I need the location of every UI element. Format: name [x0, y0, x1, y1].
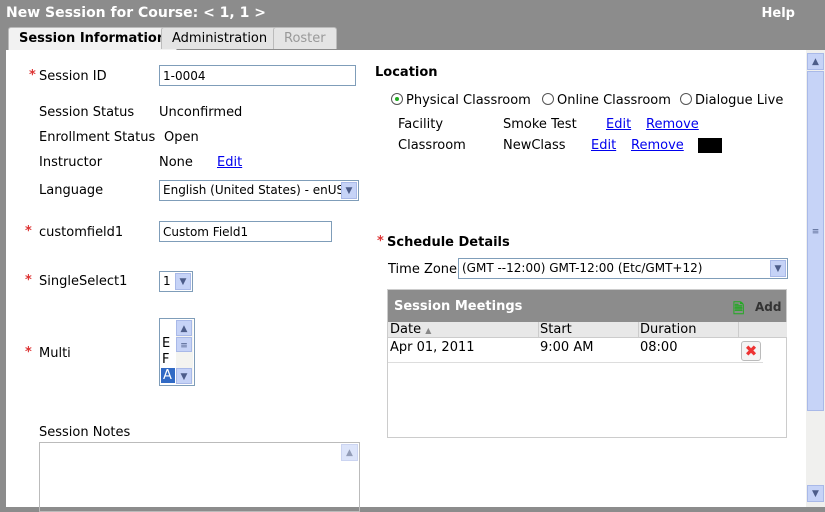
chevron-up-icon[interactable]: ▲ [176, 320, 192, 336]
column-header-actions [739, 322, 787, 338]
chevron-up-icon[interactable]: ▲ [807, 53, 824, 70]
timezone-select[interactable]: (GMT --12:00) GMT-12:00 (Etc/GMT+12) ▼ [458, 258, 788, 279]
singleselect1-label: SingleSelect1 [39, 274, 128, 289]
multi-label: Multi [39, 346, 71, 361]
location-title: Location [375, 65, 438, 80]
enrollment-status-value: Open [164, 130, 199, 145]
session-meetings-header: Session Meetings [388, 290, 786, 322]
session-status-value: Unconfirmed [159, 105, 243, 120]
sort-ascending-icon: ▲ [425, 326, 432, 335]
session-notes-label: Session Notes [39, 425, 131, 440]
language-value: English (United States) - enUS [163, 183, 345, 197]
chevron-up-icon[interactable]: ▲ [341, 444, 358, 461]
multi-option[interactable]: E [162, 336, 170, 351]
required-marker: * [25, 273, 32, 288]
timezone-label: Time Zone [388, 262, 458, 277]
enrollment-status-label: Enrollment Status [39, 130, 156, 145]
radio-checked-icon [391, 93, 403, 105]
session-meetings-table: Session Meetings 🗎 Add Date ▲ Start Dura… [387, 289, 787, 438]
facility-label: Facility [398, 117, 444, 132]
instructor-value: None [159, 155, 193, 170]
timezone-value: (GMT --12:00) GMT-12:00 (Etc/GMT+12) [462, 261, 703, 275]
multi-option-selected[interactable]: A [161, 368, 175, 383]
meeting-duration: 08:00 [640, 340, 678, 355]
session-id-input[interactable] [159, 65, 356, 86]
session-status-label: Session Status [39, 105, 135, 120]
meeting-start: 9:00 AM [540, 340, 594, 355]
tab-roster[interactable]: Roster [273, 27, 337, 49]
column-header-duration[interactable]: Duration [639, 322, 739, 338]
facility-edit-link[interactable]: Edit [606, 117, 631, 132]
meeting-date: Apr 01, 2011 [390, 340, 475, 355]
language-label: Language [39, 183, 104, 198]
chevron-down-icon: ▼ [770, 260, 786, 277]
scroll-thumb[interactable]: ≡ [807, 71, 824, 411]
multi-option[interactable]: F [162, 352, 169, 367]
session-notes-textarea[interactable]: ▲ [39, 442, 360, 512]
instructor-label: Instructor [39, 155, 103, 170]
facility-remove-link[interactable]: Remove [646, 117, 699, 132]
chevron-down-icon: ▼ [341, 182, 357, 199]
tab-session-information[interactable]: Session Information [8, 27, 178, 51]
singleselect1-value: 1 [163, 274, 171, 288]
classroom-label: Classroom [398, 138, 466, 153]
session-meetings-title: Session Meetings [394, 299, 523, 314]
chevron-down-icon[interactable]: ▼ [176, 368, 192, 384]
color-swatch [698, 138, 722, 153]
page-scrollbar[interactable]: ▲ ≡ ▼ [806, 50, 825, 507]
required-marker: * [377, 234, 384, 249]
radio-dialogue-live[interactable]: Dialogue Live [680, 93, 783, 108]
language-select[interactable]: English (United States) - enUS ▼ [159, 180, 359, 201]
multi-listbox[interactable]: E F A ▲ ≡ ▼ [159, 318, 195, 386]
facility-value: Smoke Test [503, 117, 577, 132]
schedule-title: Schedule Details [387, 235, 510, 250]
required-marker: * [29, 68, 36, 83]
scroll-thumb[interactable]: ≡ [176, 337, 192, 352]
page-title: New Session for Course: < 1, 1 > [6, 5, 266, 21]
required-marker: * [25, 345, 32, 360]
delete-icon[interactable]: ✖ [741, 341, 761, 361]
column-header-start[interactable]: Start [539, 322, 639, 338]
required-marker: * [25, 224, 32, 239]
radio-icon [680, 93, 692, 105]
add-meeting-button[interactable]: Add [755, 300, 781, 314]
add-document-icon[interactable]: 🗎 [733, 298, 744, 322]
radio-icon [542, 93, 554, 105]
column-header-date[interactable]: Date ▲ [388, 322, 539, 338]
help-link[interactable]: Help [762, 6, 795, 21]
classroom-remove-link[interactable]: Remove [631, 138, 684, 153]
instructor-edit-link[interactable]: Edit [217, 155, 242, 170]
session-information-panel: * Session ID Session Status Unconfirmed … [6, 50, 806, 512]
customfield1-label: customfield1 [39, 225, 124, 240]
table-row: Apr 01, 2011 9:00 AM 08:00 ✖ [388, 339, 763, 363]
chevron-down-icon: ▼ [175, 273, 191, 290]
multi-scrollbar[interactable]: ▲ ≡ ▼ [176, 320, 193, 384]
session-id-label: Session ID [39, 69, 107, 84]
tab-administration[interactable]: Administration [161, 27, 279, 49]
radio-physical-classroom[interactable]: Physical Classroom [391, 93, 531, 108]
customfield1-input[interactable] [159, 221, 332, 242]
singleselect1-select[interactable]: 1 ▼ [159, 271, 193, 292]
chevron-down-icon[interactable]: ▼ [807, 485, 824, 502]
classroom-value: NewClass [503, 138, 566, 153]
classroom-edit-link[interactable]: Edit [591, 138, 616, 153]
radio-online-classroom[interactable]: Online Classroom [542, 93, 671, 108]
